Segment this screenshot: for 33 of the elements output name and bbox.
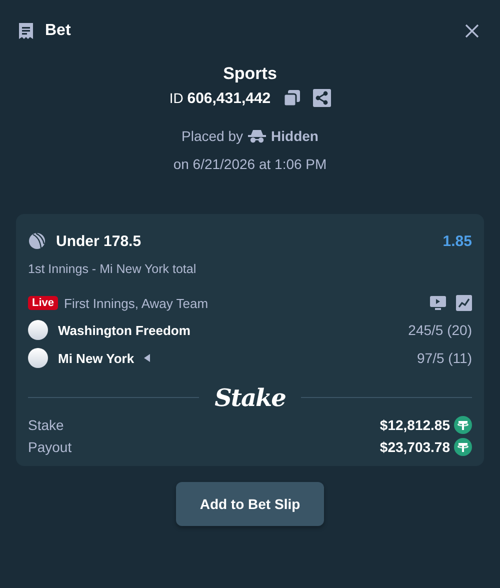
team-logo <box>28 348 48 368</box>
amount-label: Payout <box>28 439 72 455</box>
team-name: Washington Freedom <box>58 322 190 338</box>
ball-icon <box>28 232 46 250</box>
copy-icon[interactable] <box>282 89 301 107</box>
selection-name: Under 178.5 <box>56 232 142 250</box>
close-icon[interactable] <box>464 23 480 39</box>
placed-date: on 6/21/2026 at 1:06 PM <box>173 156 327 172</box>
incognito-icon <box>248 129 266 143</box>
team-name: Mi New York <box>58 350 134 366</box>
modal-title: Bet <box>45 22 71 40</box>
tv-icon[interactable] <box>430 296 446 310</box>
amount-value: $23,703.78 <box>380 439 450 455</box>
brand-logo: Stake <box>214 383 286 412</box>
market-name: 1st Innings - Mi New York total <box>28 262 198 276</box>
team-score: 97/5 (11) <box>417 350 472 366</box>
bet-id: ID 606,431,442 <box>169 90 271 106</box>
placed-by-label: Placed by <box>182 128 244 144</box>
amount-label: Stake <box>28 417 64 433</box>
share-icon[interactable] <box>312 89 331 107</box>
team-score: 245/5 (20) <box>408 322 472 338</box>
tether-coin-icon <box>454 438 472 456</box>
amount-value: $12,812.85 <box>380 417 450 433</box>
tether-coin-icon <box>454 416 472 434</box>
odds-value: 1.85 <box>442 232 472 250</box>
event-status: First Innings, Away Team <box>64 296 208 310</box>
bet-type-title: Sports <box>223 64 277 84</box>
username[interactable]: Hidden <box>271 128 318 144</box>
add-to-bet-slip-button[interactable]: Add to Bet Slip <box>176 482 324 526</box>
receipt-icon <box>17 22 35 40</box>
team-logo <box>28 320 48 340</box>
live-badge: Live <box>28 296 58 310</box>
stats-chart-icon[interactable] <box>456 295 472 311</box>
